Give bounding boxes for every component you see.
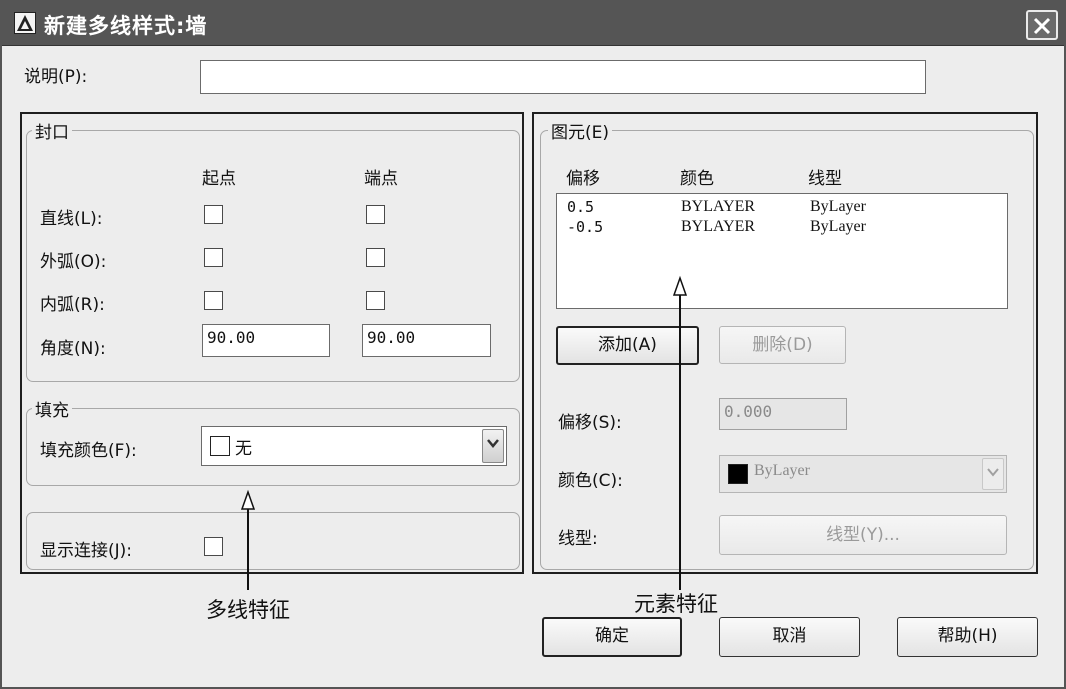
help-button[interactable]: 帮助(H) bbox=[897, 617, 1038, 657]
ok-button[interactable]: 确定 bbox=[542, 617, 682, 657]
element-features-annotation: 元素特征 bbox=[634, 592, 718, 616]
multiline-features-annotation: 多线特征 bbox=[206, 598, 290, 622]
new-multiline-style-dialog: 新建多线样式:墙 说明(P): 封口 起点 端点 直线(L): 外弧(O): 内… bbox=[0, 0, 1066, 689]
cancel-button[interactable]: 取消 bbox=[719, 617, 860, 657]
callout-arrows bbox=[240, 275, 688, 590]
